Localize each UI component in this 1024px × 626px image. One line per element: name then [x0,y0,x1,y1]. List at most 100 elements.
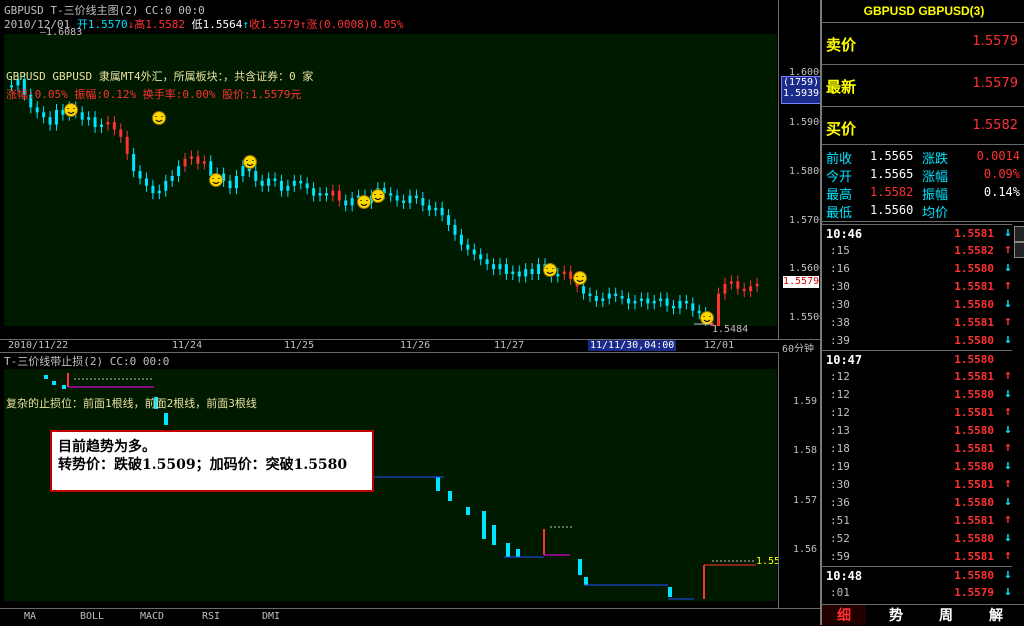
scroll-up-button[interactable] [1014,226,1024,242]
candle-body [125,136,129,154]
tick-time: :12 [830,388,850,401]
tab-week[interactable]: 周 [924,605,968,625]
smiley-icon [543,263,557,277]
tick-time: :13 [830,424,850,437]
stat-value-2: 0.09% [983,167,1020,181]
tick-time: :12 [830,370,850,383]
tick-row: :15 1.5582 ↑ [822,242,1012,260]
candle-body [492,264,496,270]
candle-body [389,193,393,196]
candle-body [267,178,271,186]
tick-row: :12 1.5581 ↑ [822,404,1012,422]
candle-body [524,269,528,277]
candle-body [498,264,502,270]
candle-body [189,156,193,159]
price-axis: 1.6000 1.5900 1.5800 1.5700 1.5600 1.550… [778,0,825,340]
tab-macd[interactable]: MACD [140,611,164,622]
stat-label: 今开 [826,170,853,185]
ask-label: 卖价 [826,36,857,54]
scroll-down-button[interactable] [1014,242,1024,258]
tick-price: 1.5581 [954,280,994,293]
candle-body [717,293,721,326]
stat-row: 最低 1.5560 均价 [822,202,1024,221]
candle-body [177,166,181,176]
tab-boll[interactable]: BOLL [80,611,104,622]
tick-time: :16 [830,262,850,275]
tick-time: :12 [830,406,850,419]
tick-price: 1.5581 [954,442,994,455]
tab-rsi[interactable]: RSI [202,611,220,622]
tick-price: 1.5580 [954,496,994,509]
smiley-icon [243,155,257,169]
tick-price: 1.5582 [954,244,994,257]
candle-body [588,293,592,297]
tick-price: 1.5580 [954,262,994,275]
crosshair-badge: (1759) 1.5939 [781,76,821,104]
bid-value: 1.5582 [972,118,1019,133]
tick-time: :30 [830,478,850,491]
stoploss-bar [492,525,496,545]
candle-body [106,122,110,125]
tick-row: :18 1.5581 ↑ [822,440,1012,458]
tick-price: 1.5581 [954,406,994,419]
candle-body [659,298,663,301]
candle-body [723,283,727,294]
smiley-icon [357,195,371,209]
stoploss-bar [448,491,452,501]
divider [822,221,1024,222]
candle-body [479,254,483,260]
tick-time: :52 [830,532,850,545]
stat-label: 前收 [826,152,853,167]
tab-explain[interactable]: 解 [974,605,1018,625]
candle-body [466,244,470,250]
tick-time: :19 [830,460,850,473]
candle-body [504,264,508,274]
candle-body [151,185,155,194]
tab-detail[interactable]: 细 [822,605,866,625]
candle-body [414,195,418,199]
indicator-desc: 复杂的止损位：前面1根线，前面2根线，前面3根线 [6,397,257,410]
price-plot[interactable]: —1.6083 GBPUSD GBPUSD 隶属MT4外汇，所属板块：，共含证券… [4,27,777,335]
candle-body [80,112,84,120]
stoploss-bar [62,385,66,389]
smiley-icon [371,189,385,203]
candle-body [286,185,290,191]
tick-price: 1.5581 [954,478,994,491]
smiley-icon [209,173,223,187]
tick-time: :39 [830,334,850,347]
tick-time: :36 [830,496,850,509]
tick-time: 10:47 [826,353,863,367]
candle-body [42,112,46,118]
tick-price: 1.5581 [954,227,994,240]
candle-body [562,271,566,274]
candle-body [736,281,740,289]
smiley-icon [152,111,166,125]
candle-body [299,180,303,184]
candle-body [305,183,309,189]
indicator-title: T-三价线带止损(2) CC:0 00:0 [4,355,170,368]
candle-body [627,298,631,304]
stat-row: 最高 1.5582 振幅 0.14% [822,184,1024,203]
ohlc-low: 低1.5564 [191,18,243,31]
chart-area[interactable]: GBPUSD T-三价线主图(2) CC:0 00:0 2010/12/01 开… [0,0,825,608]
down-arrow-icon: ↓ [1004,567,1012,582]
tick-time: :38 [830,316,850,329]
ask-value: 1.5579 [972,34,1019,49]
candle-body [292,180,296,186]
candle-body [254,171,258,181]
stoploss-bar [482,511,486,539]
badge-price: 1.5939 [782,88,820,99]
tab-dmi[interactable]: DMI [262,611,280,622]
stat-value-2: 0.0014 [976,149,1020,163]
candle-body [633,300,637,304]
smiley-icon [64,103,78,117]
candle-body [639,298,643,301]
tab-ma[interactable]: MA [24,611,36,622]
x-label: 12/01 [704,340,735,351]
candle-body [54,109,58,125]
tab-trend[interactable]: 势 [874,605,918,625]
candle-body [119,129,123,137]
candle-body [99,124,103,127]
tick-price: 1.5580 [954,388,994,401]
candle-body [440,207,444,216]
